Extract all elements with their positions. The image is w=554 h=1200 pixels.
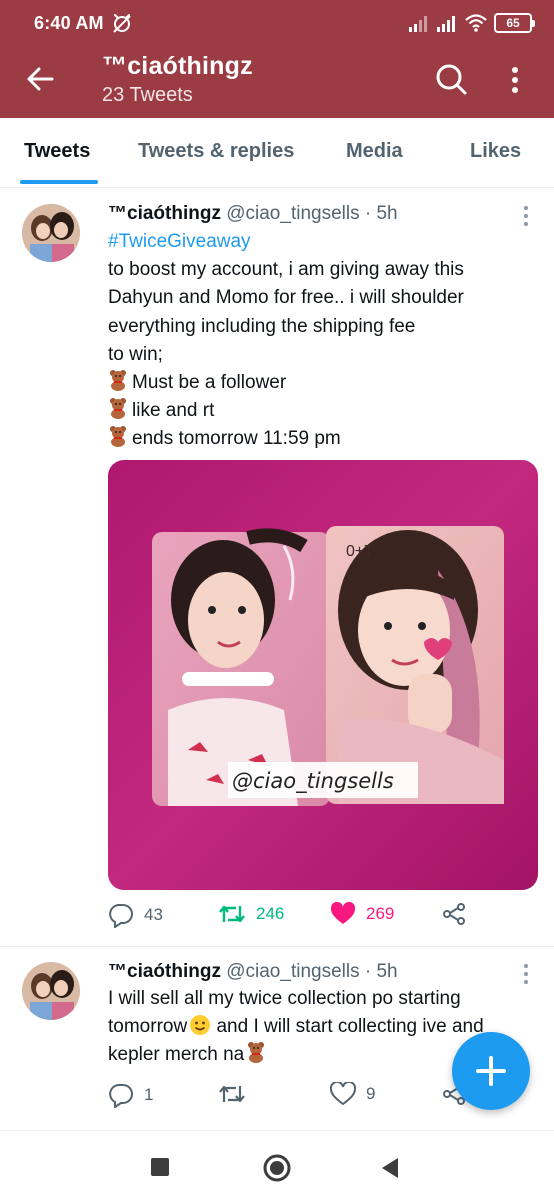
tweet-header: ™ciaóthingz @ciao_tingsells · 5h [108,203,398,225]
heart-outline-icon [330,1082,356,1106]
tweet-line: to win; [108,343,163,365]
tweet-photo[interactable]: 0+T @ciao_tingsells [108,460,538,890]
status-indicators: 65 [408,12,535,34]
bullet-item: ends tomorrow 11:59 pm [108,425,538,453]
system-nav-bar [0,1130,554,1200]
photocard-mark: 0+T [346,543,374,560]
plus-icon [476,1056,506,1086]
profile-tabs: Tweets Tweets & replies Media Likes [0,118,554,188]
retweet-icon [219,905,245,923]
status-bar: 6:40 AM 65 [0,0,554,48]
like-count: 9 [366,1084,376,1103]
bullet-text: ends tomorrow 11:59 pm [132,428,341,450]
tweet-line: to boost my account, i am giving away th… [108,259,464,281]
signal-icon-2 [437,16,455,32]
retweet-button[interactable]: 246 [218,902,284,926]
reply-icon [109,904,133,928]
retweet-button[interactable] [218,1082,256,1106]
profile-name: ™ciaóthingz [102,52,253,80]
more-vertical-icon[interactable] [500,62,530,98]
tab-media[interactable]: Media [346,140,403,163]
like-button[interactable]: 269 [330,902,394,926]
teddy-bear-icon [110,426,126,448]
bullet-item: like and rt [108,397,538,425]
tweet-author-handle: @ciao_tingsells · 5h [226,203,398,224]
back-arrow-icon[interactable] [22,60,60,98]
reply-count: 43 [144,905,163,924]
recents-square-icon[interactable] [150,1157,170,1177]
tweet-header: ™ciaóthingz @ciao_tingsells · 5h [108,961,398,983]
tweet-author-name[interactable]: ™ciaóthingz [108,961,221,982]
tab-tweets-replies[interactable]: Tweets & replies [138,140,294,163]
tab-likes[interactable]: Likes [470,140,521,163]
reply-count: 1 [144,1085,154,1104]
avatar[interactable] [22,962,80,1020]
share-button[interactable] [442,902,466,926]
avatar[interactable] [22,204,80,262]
reply-icon [109,1084,133,1108]
tweet-author-handle: @ciao_tingsells · 5h [226,961,398,982]
hashtag-link[interactable]: #TwiceGiveaway [108,228,538,256]
teddy-bear-icon [110,370,126,392]
tweet-line: everything including the shipping fee [108,315,416,337]
wifi-icon [465,14,487,32]
status-time: 6:40 AM [34,13,104,33]
reply-button[interactable]: 1 [108,1082,153,1108]
home-circle-icon[interactable] [262,1153,292,1183]
active-tab-indicator [20,180,98,184]
tweet-actions: 43 246 269 [108,902,488,932]
tweet-line: I will sell all my twice collection po s… [108,988,461,1009]
retweet-count: 246 [256,904,285,923]
teddy-bear-icon [110,398,126,420]
tweet-divider [0,946,554,947]
back-triangle-icon[interactable] [380,1157,400,1179]
tab-tweets[interactable]: Tweets [24,140,90,163]
bullet-item: Must be a follower [108,369,538,397]
smiling-face-icon [190,1015,211,1036]
signal-icon [409,16,427,32]
tweet-line-part: and I will start collecting ive and [211,1016,484,1038]
compose-tweet-button[interactable] [452,1032,530,1110]
tweet-more-icon[interactable] [518,962,534,986]
share-icon [443,903,465,925]
tweet-line-part: tomorrow [108,1016,188,1038]
bullet-text: like and rt [132,400,215,422]
tweet-author-name[interactable]: ™ciaóthingz [108,203,221,224]
reply-button[interactable]: 43 [108,902,163,928]
alarm-off-icon [113,14,131,33]
battery-indicator: 65 [494,13,535,33]
tweet-actions: 1 9 [108,1082,488,1112]
tweet-count: 23 Tweets [102,84,193,106]
like-count: 269 [366,904,395,923]
like-button[interactable]: 9 [330,1082,375,1106]
search-icon[interactable] [432,60,470,98]
tweet-line-part: kepler merch na [108,1044,245,1066]
retweet-icon [219,1085,245,1103]
heart-icon [330,902,356,924]
bullet-text: Must be a follower [132,372,287,394]
tweet-text: #TwiceGiveaway to boost my account, i am… [108,228,538,454]
teddy-bear-icon [248,1042,265,1064]
photo-watermark: @ciao_tingsells [232,769,394,794]
profile-header: 6:40 AM 65 ™ciaóthingz 23 Tweets [0,0,554,118]
tweet-more-icon[interactable] [518,204,534,228]
tweet-line: Dahyun and Momo for free.. i will should… [108,287,464,309]
